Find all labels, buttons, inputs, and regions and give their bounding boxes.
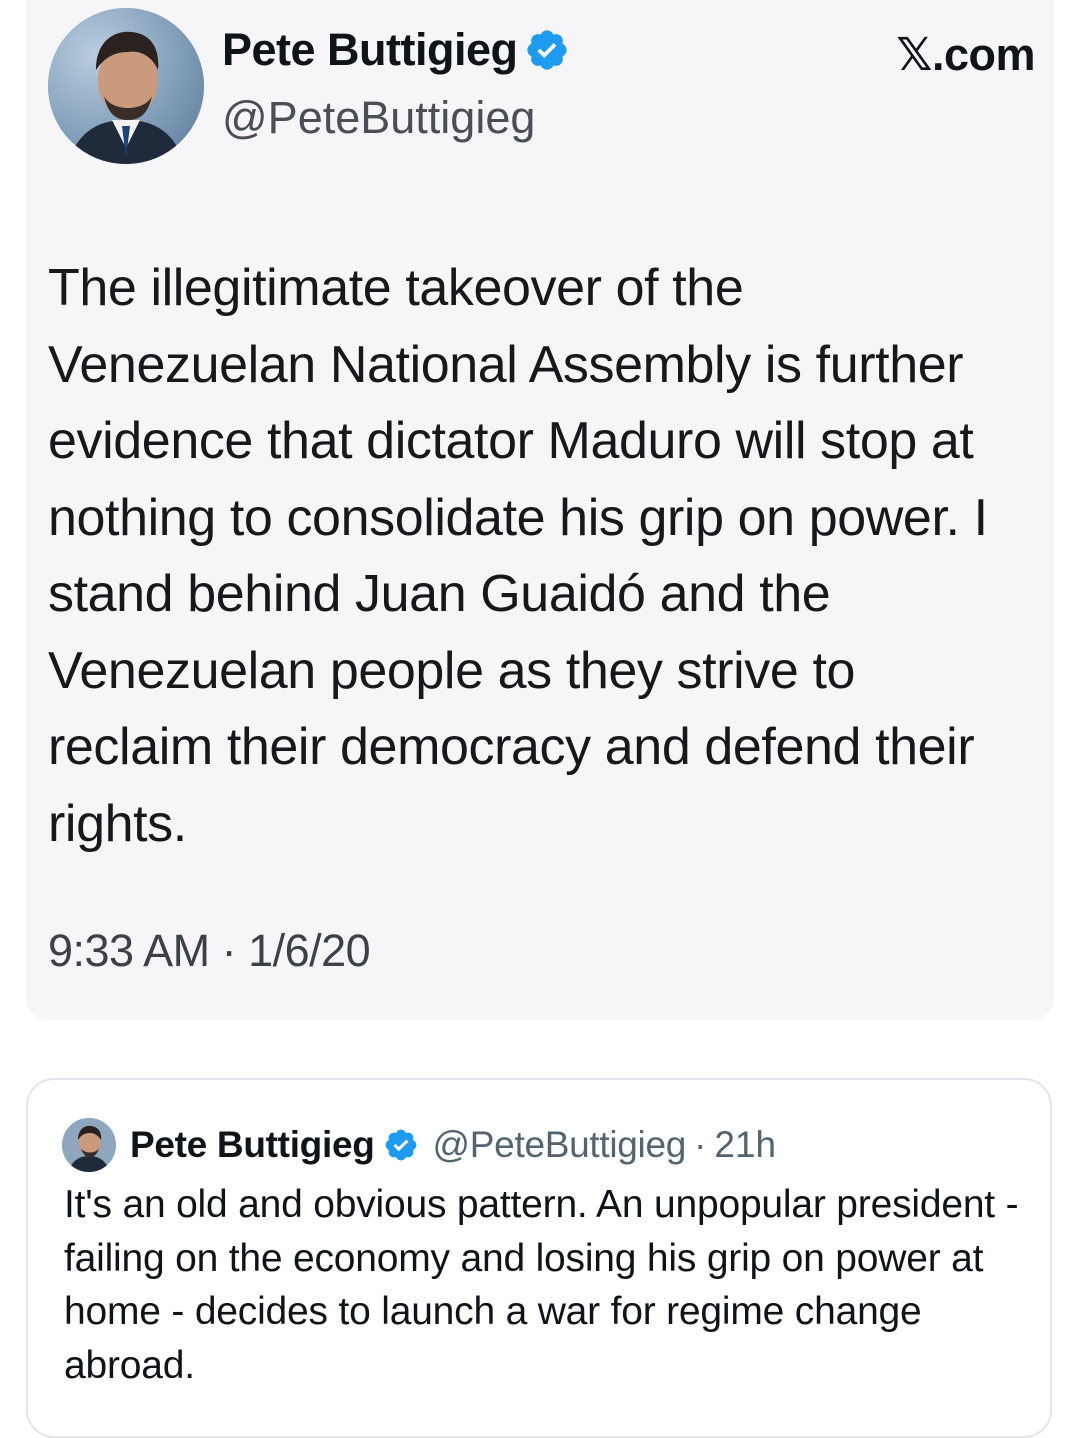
author-handle[interactable]: @PeteButtigieg [222,92,535,144]
profile-photo-icon [48,8,204,164]
quoted-author-avatar[interactable] [62,1118,116,1172]
author-name-row: Pete Buttigieg [222,24,570,76]
tweet-text: The illegitimate takeover of the Venezue… [48,259,988,853]
verified-badge-icon [383,1127,419,1163]
site-label: 𝕏.com [896,29,1035,80]
quoted-author-handle[interactable]: @PeteButtigieg [433,1124,687,1166]
quoted-tweet-header: Pete Buttigieg @PeteButtigieg · 21h [62,1118,776,1172]
quoted-separator: · [694,1124,707,1165]
quoted-tweet-age[interactable]: 21h [714,1124,776,1166]
quoted-tweet-card[interactable]: Pete Buttigieg @PeteButtigieg · 21h It's… [26,1078,1052,1438]
quoted-tweet-text: It's an old and obvious pattern. An unpo… [64,1183,1019,1387]
verified-badge-icon [524,27,570,73]
tweet-timestamp[interactable]: 9:33 AM · 1/6/20 [48,925,371,977]
author-avatar[interactable] [48,8,204,164]
profile-photo-icon [62,1118,116,1172]
author-display-name[interactable]: Pete Buttigieg [222,24,518,76]
quoted-author-display-name[interactable]: Pete Buttigieg [130,1124,375,1166]
